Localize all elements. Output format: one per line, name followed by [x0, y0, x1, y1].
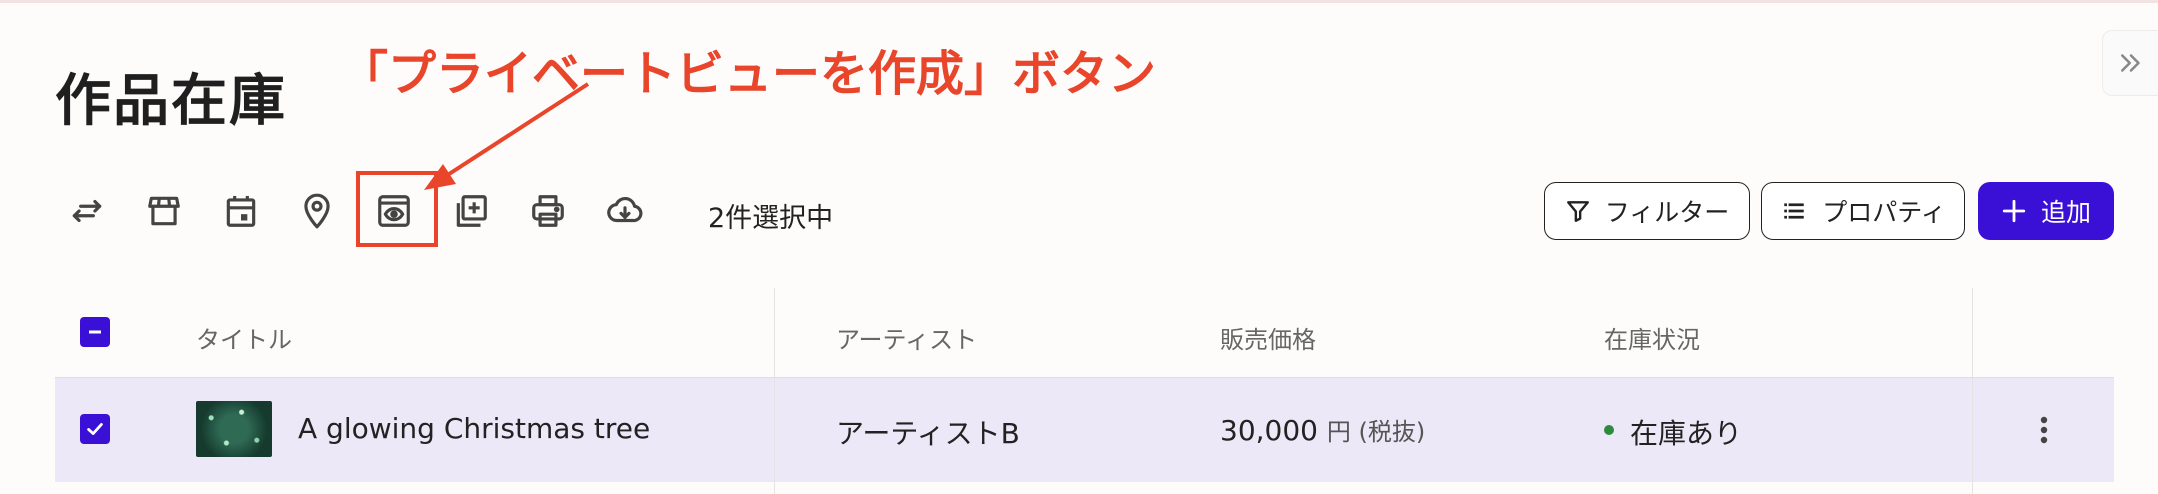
column-header-artist[interactable]: アーティスト	[836, 320, 977, 355]
add-copy-icon	[456, 195, 487, 227]
property-button-label: プロパティ	[1822, 198, 1946, 227]
calendar-icon	[226, 195, 256, 227]
select-all-checkbox[interactable]	[80, 317, 110, 347]
print-button[interactable]	[523, 186, 573, 236]
header-divider	[55, 377, 2114, 378]
artist-name: アーティストB	[836, 417, 1020, 450]
add-button[interactable]: 追加	[1978, 182, 2114, 240]
add-button-label: 追加	[2040, 198, 2091, 227]
add-copy-button[interactable]	[446, 186, 496, 236]
swap-icon	[72, 199, 102, 223]
filter-button[interactable]: フィルター	[1544, 182, 1750, 240]
selected-count: 2件選択中	[708, 203, 834, 234]
plus-icon	[2002, 199, 2026, 223]
store-button[interactable]	[139, 186, 189, 236]
column-divider	[1972, 288, 1973, 494]
column-divider	[774, 288, 775, 494]
stock-status-dot	[1604, 425, 1614, 435]
artwork-title[interactable]: A glowing Christmas tree	[298, 412, 650, 445]
cloud-download-icon	[607, 196, 643, 223]
double-chevron-right-icon	[2121, 54, 2140, 72]
create-private-view-button[interactable]	[369, 186, 419, 236]
column-header-price[interactable]: 販売価格	[1220, 320, 1316, 355]
price-value: 30,000	[1220, 414, 1318, 447]
collapse-panel-button[interactable]	[2102, 30, 2158, 96]
column-header-title[interactable]: タイトル	[196, 320, 292, 355]
more-vertical-icon	[2040, 416, 2048, 444]
list-icon	[1784, 203, 1804, 219]
price-unit: 円 (税抜)	[1326, 418, 1426, 446]
schedule-button[interactable]	[216, 186, 266, 236]
swap-button[interactable]	[62, 186, 112, 236]
indeterminate-icon	[89, 330, 101, 334]
location-button[interactable]	[292, 186, 342, 236]
page-title: 作品在庫	[55, 69, 287, 134]
row-more-button[interactable]	[2026, 410, 2062, 450]
top-border	[0, 0, 2158, 3]
location-pin-icon	[304, 193, 330, 229]
annotation-label: 「プライベートビューを作成」ボタン	[340, 46, 1157, 102]
property-button[interactable]: プロパティ	[1761, 182, 1965, 240]
store-icon	[148, 196, 180, 226]
download-button[interactable]	[600, 186, 650, 236]
private-view-icon	[378, 195, 410, 227]
stock-status: 在庫あり	[1630, 417, 1743, 450]
filter-button-label: フィルター	[1604, 198, 1730, 227]
artwork-thumbnail	[196, 401, 272, 457]
filter-icon	[1566, 201, 1589, 222]
checkmark-icon	[87, 423, 103, 435]
row-checkbox[interactable]	[80, 414, 110, 444]
price-cell: 30,000 円 (税抜)	[1220, 412, 1425, 447]
column-header-stock[interactable]: 在庫状況	[1604, 320, 1700, 355]
print-icon	[532, 195, 564, 227]
